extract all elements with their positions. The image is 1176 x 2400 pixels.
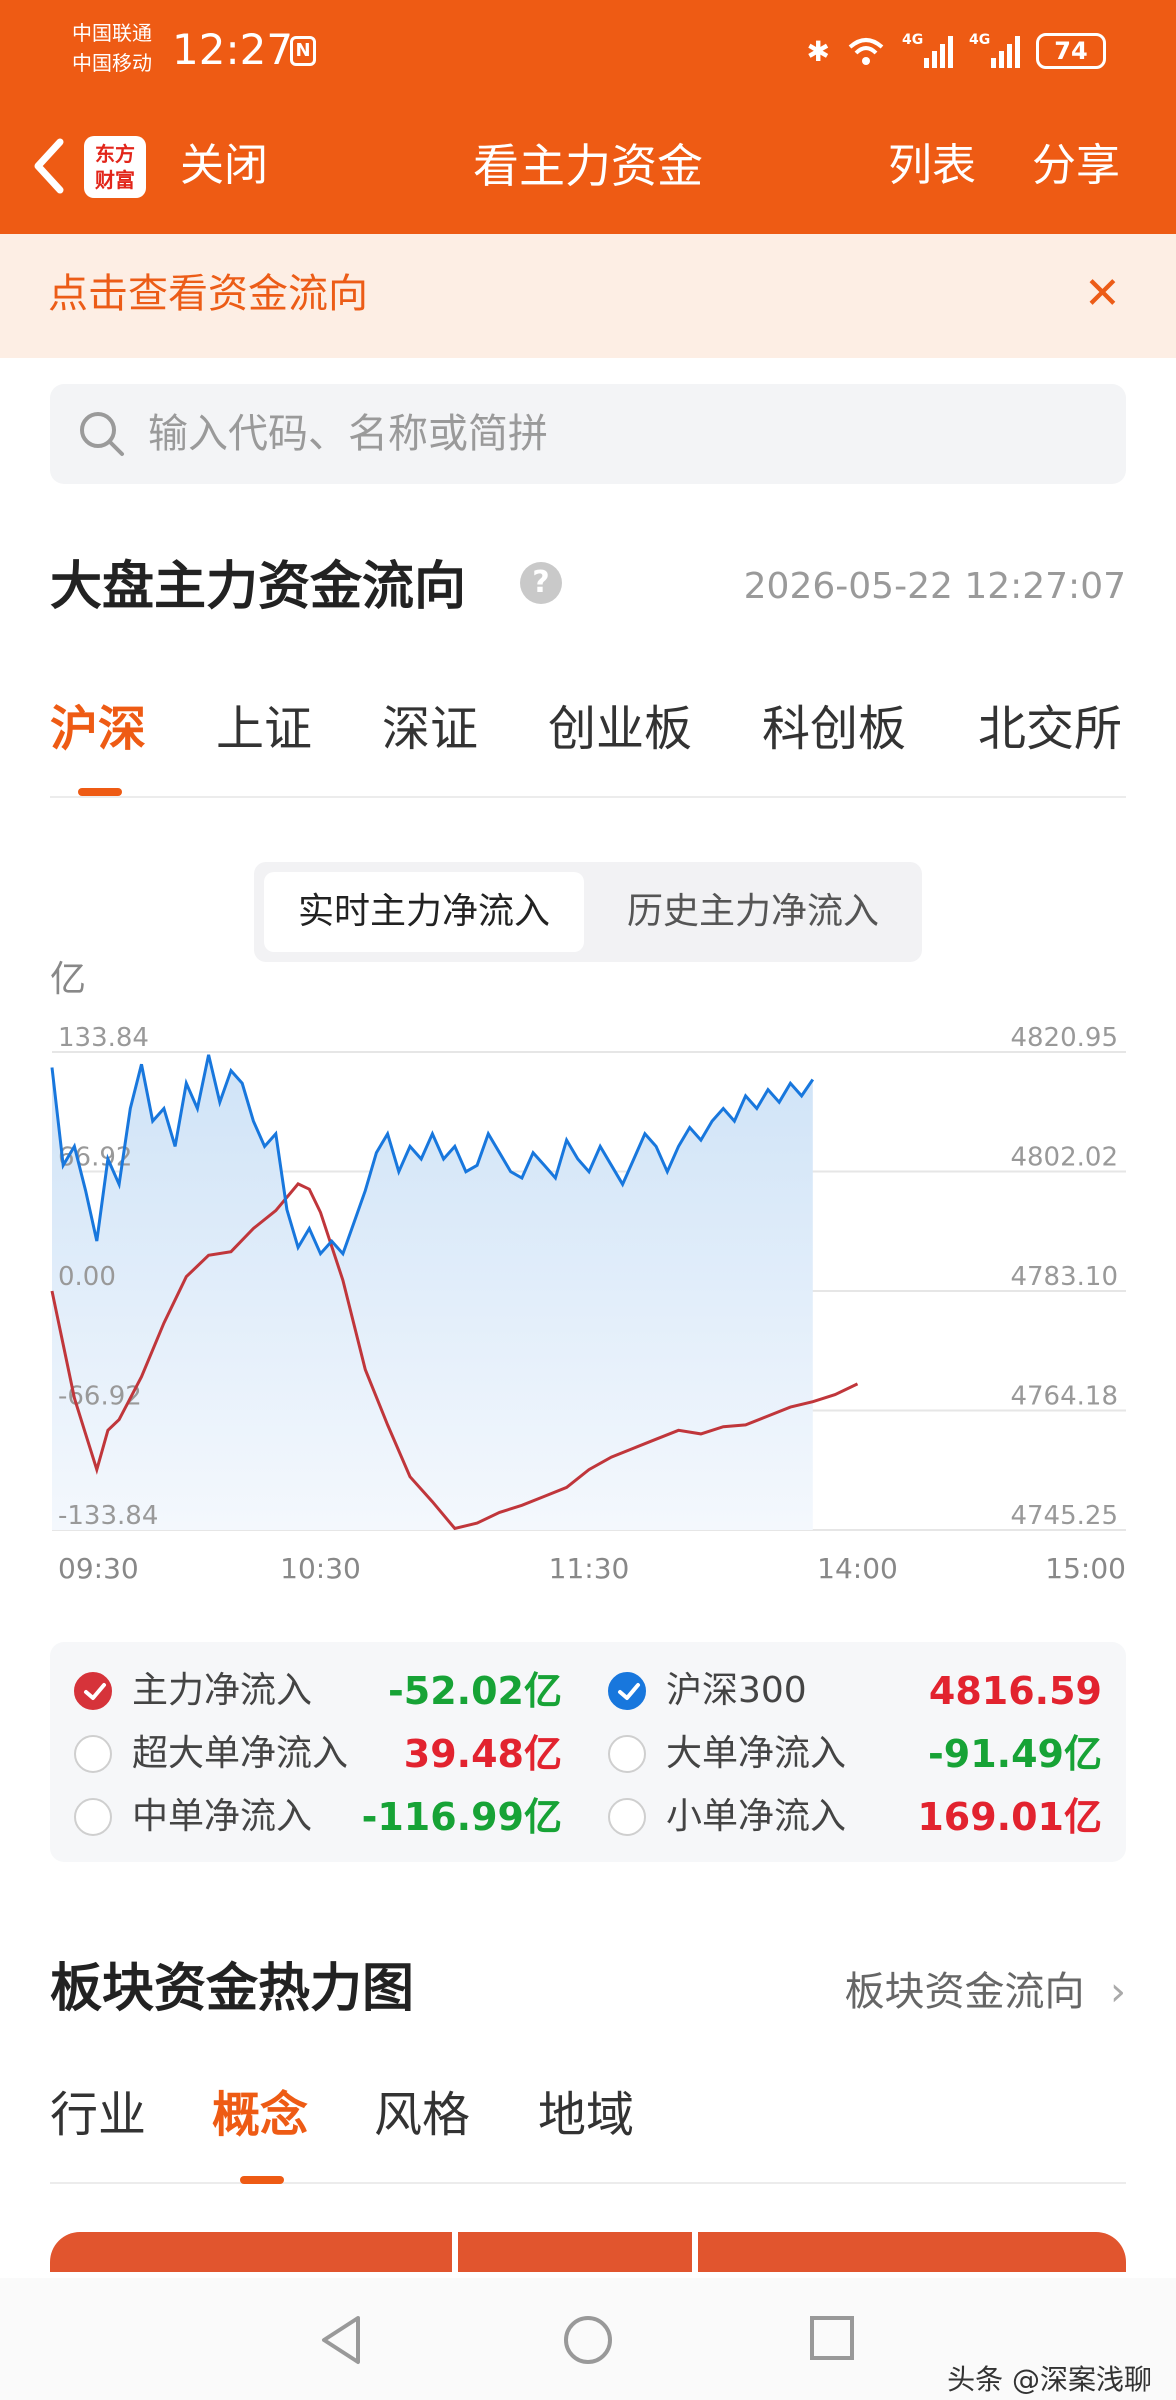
nfc-icon: N <box>290 36 316 66</box>
tab-concept[interactable]: 概念 <box>212 2080 308 2150</box>
sector-flow-label[interactable]: 板块资金流向 <box>845 1969 1085 2015</box>
history-flow-tab[interactable]: 历史主力净流入 <box>594 872 912 952</box>
tab-beijiaosuo[interactable]: 北交所 <box>978 694 1122 764</box>
active-tab-indicator <box>78 788 122 796</box>
legend-value: -52.02亿 <box>388 1669 562 1713</box>
legend-label: 大单净流入 <box>666 1733 847 1774</box>
carrier-2: 中国移动 <box>72 51 152 75</box>
banner-close-icon[interactable]: ✕ <box>1084 264 1121 324</box>
market-tabs: 沪深 上证 深证 创业板 科创板 北交所 <box>50 694 1126 798</box>
search-input[interactable]: 输入代码、名称或简拼 <box>50 384 1126 484</box>
tab-hushen[interactable]: 沪深 <box>50 694 146 764</box>
x-tick-label: 11:30 <box>549 1552 630 1585</box>
right-tick-label: 4820.95 <box>1010 1023 1118 1053</box>
fund-flow-banner[interactable]: 点击查看资金流向 ✕ <box>0 234 1176 358</box>
nav-recents-icon[interactable] <box>808 2314 856 2362</box>
status-icons: ✱ 4G 4G 74 <box>807 28 1106 74</box>
checkbox-checked-icon[interactable] <box>74 1672 112 1710</box>
carrier-1: 中国联通 <box>72 21 152 45</box>
heatmap-active-indicator <box>240 2176 284 2184</box>
page-title: 看主力资金 <box>473 139 703 193</box>
share-button[interactable]: 分享 <box>1032 136 1120 196</box>
legend-label: 小单净流入 <box>666 1796 847 1837</box>
battery-icon: 74 <box>1036 33 1106 69</box>
bluetooth-icon: ✱ <box>806 34 830 68</box>
status-bar: 中国联通 中国移动 12:27 N ✱ 4G 4G 74 <box>0 0 1176 100</box>
left-tick-label: -133.84 <box>58 1501 158 1531</box>
app-header: 中国联通 中国移动 12:27 N ✱ 4G 4G 74 东方 财富 关闭 看主… <box>0 0 1176 234</box>
left-tick-label: 133.84 <box>58 1023 149 1053</box>
legend-item[interactable]: 超大单净流入 39.48亿 <box>74 1723 562 1785</box>
legend-value: -91.49亿 <box>928 1732 1102 1776</box>
nav-home-icon[interactable] <box>562 2314 614 2366</box>
right-tick-label: 4764.18 <box>1010 1382 1118 1412</box>
banner-text[interactable]: 点击查看资金流向 <box>48 264 368 324</box>
tab-style[interactable]: 风格 <box>374 2080 470 2150</box>
legend-value: -116.99亿 <box>361 1795 562 1839</box>
x-tick-label: 15:00 <box>1045 1552 1126 1585</box>
net-1-label: 4G <box>902 32 924 48</box>
legend-value: 39.48亿 <box>403 1732 562 1776</box>
legend-value: 169.01亿 <box>917 1795 1102 1839</box>
checkbox-checked-icon[interactable] <box>608 1672 646 1710</box>
market-flow-title: 大盘主力资金流向 <box>50 557 467 617</box>
checkbox-unchecked-icon[interactable] <box>74 1735 112 1773</box>
help-icon[interactable]: ? <box>520 562 562 604</box>
sector-flow-link[interactable]: 板块资金流向 › <box>845 1962 1126 2022</box>
nav-back-icon[interactable] <box>318 2314 364 2366</box>
legend-item[interactable]: 大单净流入 -91.49亿 <box>608 1723 1102 1785</box>
tab-kechuangban[interactable]: 科创板 <box>762 694 906 764</box>
legend-item[interactable]: 中单净流入 -116.99亿 <box>74 1786 562 1848</box>
right-tick-label: 4745.25 <box>1010 1501 1118 1531</box>
tab-industry[interactable]: 行业 <box>50 2080 146 2150</box>
tab-chuangyeban[interactable]: 创业板 <box>548 694 692 764</box>
left-tick-label: 0.00 <box>58 1262 116 1292</box>
heatmap-title: 板块资金热力图 <box>50 1959 415 2019</box>
checkbox-unchecked-icon[interactable] <box>608 1798 646 1836</box>
carrier-info: 中国联通 中国移动 <box>72 18 152 78</box>
legend-label: 中单净流入 <box>132 1796 313 1837</box>
heatmap-tile[interactable] <box>698 2232 1126 2272</box>
flow-legend: 主力净流入 -52.02亿 沪深300 4816.59 超大单净流入 39.48亿 大单净流… <box>50 1642 1126 1862</box>
legend-item[interactable]: 沪深300 4816.59 <box>608 1660 1102 1722</box>
right-tick-label: 4783.10 <box>1010 1262 1118 1292</box>
chevron-right-icon: › <box>1097 1969 1126 2015</box>
right-tick-label: 4802.02 <box>1010 1143 1118 1173</box>
fund-flow-chart[interactable]: 133.8466.920.00-66.92-133.84 4820.954802… <box>0 1000 1176 1600</box>
heatmap-tile[interactable] <box>50 2232 452 2272</box>
search-placeholder: 输入代码、名称或简拼 <box>148 411 548 457</box>
tab-shangzheng[interactable]: 上证 <box>216 694 312 764</box>
flow-mode-toggle: 实时主力净流入 历史主力净流入 <box>254 862 922 962</box>
heatmap-tabs: 行业 概念 风格 地域 <box>50 2080 1126 2184</box>
clock: 12:27 <box>172 25 294 74</box>
realtime-flow-tab[interactable]: 实时主力净流入 <box>264 872 584 952</box>
checkbox-unchecked-icon[interactable] <box>608 1735 646 1773</box>
legend-label: 超大单净流入 <box>132 1733 349 1774</box>
x-tick-label: 10:30 <box>280 1552 361 1585</box>
update-timestamp: 2026-05-22 12:27:07 <box>743 566 1126 607</box>
search-icon <box>80 412 124 456</box>
watermark-text: 头条 @深案浅聊 <box>947 2363 1152 2396</box>
legend-value: 4816.59 <box>928 1669 1102 1713</box>
legend-item[interactable]: 主力净流入 -52.02亿 <box>74 1660 562 1722</box>
x-tick-label: 09:30 <box>58 1552 139 1585</box>
signal-1-icon: 4G <box>902 32 953 68</box>
index-area-fill <box>52 1054 813 1530</box>
legend-item[interactable]: 小单净流入 169.01亿 <box>608 1786 1102 1848</box>
net-2-label: 4G <box>969 32 991 48</box>
x-tick-label: 14:00 <box>817 1552 898 1585</box>
legend-label: 沪深300 <box>666 1670 807 1711</box>
legend-label: 主力净流入 <box>132 1670 313 1711</box>
checkbox-unchecked-icon[interactable] <box>74 1798 112 1836</box>
list-button[interactable]: 列表 <box>888 136 976 196</box>
nav-bar: 东方 财富 关闭 看主力资金 列表 分享 <box>0 100 1176 234</box>
heatmap-tile[interactable] <box>458 2232 692 2272</box>
tab-region[interactable]: 地域 <box>538 2080 634 2150</box>
tab-shenzheng[interactable]: 深证 <box>382 694 478 764</box>
wifi-icon <box>848 38 884 65</box>
signal-2-icon: 4G <box>969 32 1020 68</box>
